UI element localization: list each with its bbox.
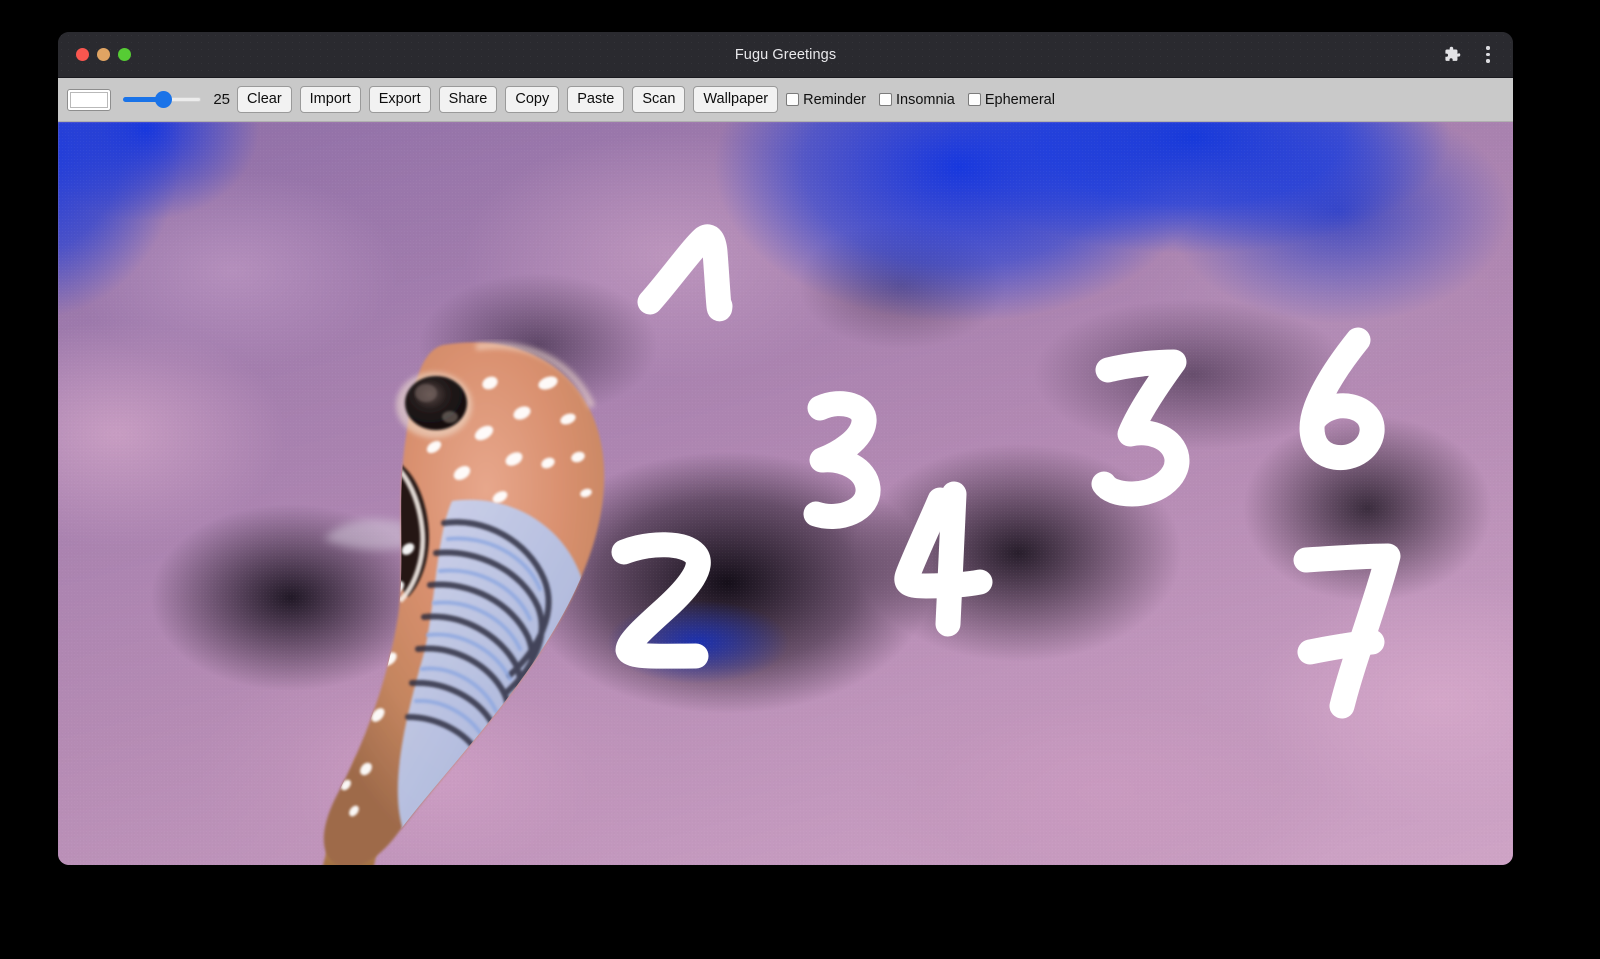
minimize-window-button[interactable] bbox=[97, 48, 110, 61]
desktop-backdrop: Fugu Greetings 25 Clear Import Export Sh… bbox=[0, 0, 1600, 959]
share-button[interactable]: Share bbox=[438, 85, 498, 114]
color-picker[interactable] bbox=[67, 88, 111, 111]
window-title: Fugu Greetings bbox=[734, 46, 837, 63]
drawing-canvas[interactable] bbox=[58, 122, 1513, 865]
slider-thumb[interactable] bbox=[155, 90, 172, 108]
maximize-window-button[interactable] bbox=[118, 48, 131, 61]
paste-button[interactable]: Paste bbox=[567, 85, 625, 114]
ephemeral-checkbox-label: Ephemeral bbox=[984, 91, 1055, 108]
ephemeral-checkbox-box[interactable] bbox=[967, 93, 981, 106]
browser-menu-icon[interactable] bbox=[1477, 44, 1499, 66]
app-toolbar: 25 Clear Import Export Share Copy Paste … bbox=[58, 78, 1513, 122]
export-button[interactable]: Export bbox=[368, 85, 431, 114]
window-titlebar: Fugu Greetings bbox=[58, 32, 1513, 78]
reminder-checkbox-box[interactable] bbox=[786, 93, 800, 106]
reef-background-photo bbox=[58, 122, 1513, 865]
titlebar-actions bbox=[1441, 44, 1499, 66]
traffic-light-group bbox=[76, 48, 131, 61]
insomnia-checkbox[interactable]: Insomnia bbox=[879, 92, 964, 108]
copy-button[interactable]: Copy bbox=[505, 85, 560, 114]
clear-button[interactable]: Clear bbox=[237, 85, 292, 114]
scan-button[interactable]: Scan bbox=[632, 85, 686, 114]
ephemeral-checkbox[interactable]: Ephemeral bbox=[967, 91, 1064, 108]
extensions-icon[interactable] bbox=[1441, 44, 1463, 66]
reminder-checkbox[interactable]: Reminder bbox=[786, 92, 875, 108]
insomnia-checkbox-box[interactable] bbox=[879, 93, 892, 106]
wallpaper-button[interactable]: Wallpaper bbox=[693, 85, 779, 114]
color-swatch-fill bbox=[70, 91, 108, 108]
import-button[interactable]: Import bbox=[299, 85, 361, 114]
reminder-checkbox-label: Reminder bbox=[803, 91, 866, 108]
close-window-button[interactable] bbox=[76, 48, 89, 61]
line-width-slider[interactable] bbox=[123, 90, 201, 109]
line-width-value: 25 bbox=[213, 91, 230, 108]
insomnia-checkbox-label: Insomnia bbox=[896, 91, 955, 108]
browser-window: Fugu Greetings 25 Clear Import Export Sh… bbox=[58, 32, 1513, 865]
